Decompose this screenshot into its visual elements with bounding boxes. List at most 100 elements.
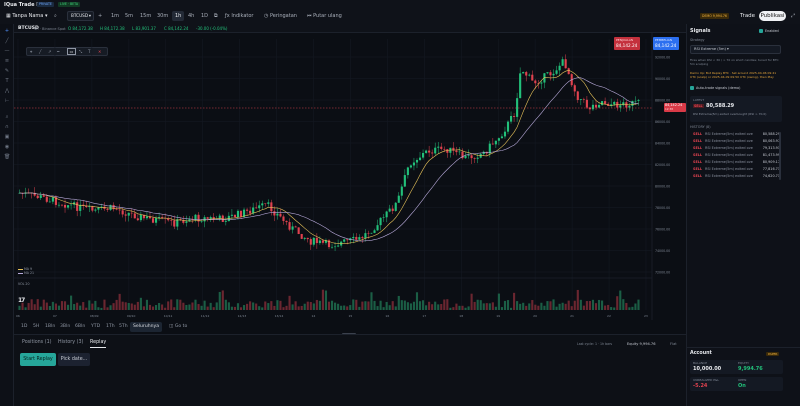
- candle-body: [500, 136, 504, 139]
- history-scrollbar[interactable]: [779, 132, 781, 180]
- period-all[interactable]: Seluruhnya: [130, 322, 163, 332]
- period-1d[interactable]: 1D: [18, 322, 30, 332]
- volume-bar: [379, 300, 382, 310]
- alert-button[interactable]: ◷ Peringatan: [261, 11, 300, 21]
- period-5d[interactable]: 5H: [30, 322, 42, 332]
- period-5y[interactable]: 5Th: [116, 322, 131, 332]
- volume-bar: [534, 304, 537, 310]
- tab-positions[interactable]: Positions (1): [22, 340, 52, 345]
- eye-icon[interactable]: ◉: [4, 144, 10, 150]
- price-tick-label: 82000.00: [655, 163, 670, 167]
- candle-type-icon[interactable]: ⧉: [211, 11, 221, 21]
- symbol-selector[interactable]: BTCUSD ▾: [67, 11, 94, 21]
- signal-history-row[interactable]: SELL RSI Extreme(5m) exited ove... 80,588.…: [690, 131, 782, 138]
- tab-history[interactable]: History (3): [58, 340, 83, 345]
- trend-line-icon[interactable]: ╱: [4, 38, 10, 44]
- tf-30m[interactable]: 30m: [154, 11, 171, 21]
- equity-card: EQUITY 9,994.76: [735, 360, 783, 374]
- fib-icon[interactable]: ≡: [4, 58, 10, 64]
- indicator-button[interactable]: ƒx Indikator: [222, 11, 256, 21]
- candle-body: [154, 218, 158, 223]
- volume-bar: [579, 299, 582, 310]
- period-ytd[interactable]: YTD: [88, 322, 103, 332]
- signal-history-row[interactable]: SELL RSI Extreme(5m) exited ove... 79,313.…: [690, 145, 782, 152]
- signal-history-row[interactable]: SELL RSI Extreme(5m) exited ove... 80,063.…: [690, 138, 782, 145]
- signal-name: RSI Extreme(5m) exited ove...: [705, 139, 753, 143]
- autotrade-checkbox[interactable]: [690, 86, 694, 90]
- goto-button[interactable]: ◫ Go to: [166, 322, 190, 332]
- trash-icon[interactable]: 🗑: [4, 154, 10, 160]
- strategy-select[interactable]: RSI Extreme (5m) ▾: [690, 45, 781, 54]
- volume-bar: [321, 289, 324, 310]
- brush-icon[interactable]: ✎: [4, 68, 10, 74]
- tf-1m[interactable]: 1m: [108, 11, 122, 21]
- add-symbol-button[interactable]: +: [95, 11, 105, 21]
- volume-bar: [267, 303, 270, 310]
- trade-button[interactable]: Trade: [737, 11, 758, 21]
- zoom-icon[interactable]: ⌕: [4, 114, 10, 120]
- signal-history-row[interactable]: SELL RSI Extreme(5m) exited ove... 81,473.…: [690, 152, 782, 159]
- volume-bar: [151, 306, 155, 310]
- volume-bar: [494, 306, 497, 310]
- candle-body: [173, 220, 176, 227]
- account-pill[interactable]: DEMO 9,994.76: [700, 13, 729, 19]
- tf-4h[interactable]: 4h: [185, 11, 197, 21]
- horizontal-line-icon[interactable]: —: [4, 48, 10, 54]
- replay-button[interactable]: ⏮ Putar ulang: [304, 11, 345, 21]
- candle-body: [97, 207, 100, 210]
- candle-body: [494, 140, 497, 145]
- volume-bar: [36, 299, 39, 310]
- enabled-checkbox[interactable]: [759, 29, 763, 33]
- search-icon[interactable]: ⌕: [51, 11, 60, 21]
- candle-body: [39, 195, 42, 199]
- pattern-icon[interactable]: ⋀: [4, 88, 10, 94]
- candle-body: [200, 221, 203, 222]
- pick-date-button[interactable]: Pick date...: [58, 353, 90, 366]
- volume-bar: [188, 304, 191, 310]
- crosshair-icon[interactable]: +: [4, 28, 10, 34]
- candle-body: [522, 72, 525, 74]
- candle-body: [552, 73, 555, 76]
- volume-bar: [431, 304, 434, 310]
- magnet-icon[interactable]: ∩: [4, 124, 10, 130]
- volume-bar: [106, 307, 109, 310]
- signal-price: 79,313.91: [762, 146, 780, 150]
- volume-bar: [279, 300, 282, 310]
- volume-bar: [570, 306, 573, 310]
- volume-bar: [164, 307, 167, 310]
- publish-button[interactable]: Publikasi: [759, 11, 786, 21]
- text-icon[interactable]: T: [4, 78, 10, 84]
- layout-menu-button[interactable]: ▦ Tanpa Nama ▾: [3, 11, 50, 21]
- tf-15m[interactable]: 15m: [137, 11, 154, 21]
- period-6m[interactable]: 6Bln: [72, 322, 88, 332]
- candle-body: [352, 236, 355, 239]
- tf-5m[interactable]: 5m: [122, 11, 136, 21]
- volume-bar: [488, 303, 491, 310]
- ruler-icon[interactable]: ⊢: [4, 98, 10, 104]
- tab-replay[interactable]: Replay: [90, 340, 106, 345]
- candle-body: [267, 202, 270, 204]
- volume-bar: [139, 297, 142, 310]
- signal-history-row[interactable]: SELL RSI Extreme(5m) exited ove... 74,620.…: [690, 173, 782, 180]
- volume-bar: [343, 305, 346, 310]
- volume-bar: [388, 305, 391, 310]
- expand-icon[interactable]: ⤢: [788, 11, 798, 21]
- signal-history-row[interactable]: SELL RSI Extreme(5m) exited ove... 80,909.…: [690, 159, 782, 166]
- volume-bar: [212, 307, 215, 310]
- volume-bar: [425, 305, 428, 310]
- chart-area[interactable]: ⌖ ╱ ↗ ━ ▭ ⤡ T ✕ PENJUALAN 84,142.24 PEMB…: [14, 33, 686, 320]
- candle-body: [613, 101, 616, 105]
- time-tick-label: 20: [533, 314, 537, 318]
- signal-history-row[interactable]: SELL RSI Extreme(5m) exited ove... 77,816.…: [690, 166, 782, 173]
- tf-1h[interactable]: 1h: [172, 11, 185, 21]
- candle-body: [382, 217, 385, 218]
- lock-icon[interactable]: ▣: [4, 134, 10, 140]
- volume-bar: [312, 303, 315, 310]
- start-replay-button[interactable]: Start Replay: [20, 353, 56, 366]
- period-1m[interactable]: 1Bln: [42, 322, 58, 332]
- candle-body: [440, 146, 443, 149]
- period-3m[interactable]: 3Bln: [57, 322, 73, 332]
- time-tick-label: 16: [385, 314, 389, 318]
- tf-1d[interactable]: 1D: [198, 11, 211, 21]
- candlestick-chart[interactable]: 92000.00 90000.00 88000.00 86000.00 84000.00…: [14, 33, 686, 320]
